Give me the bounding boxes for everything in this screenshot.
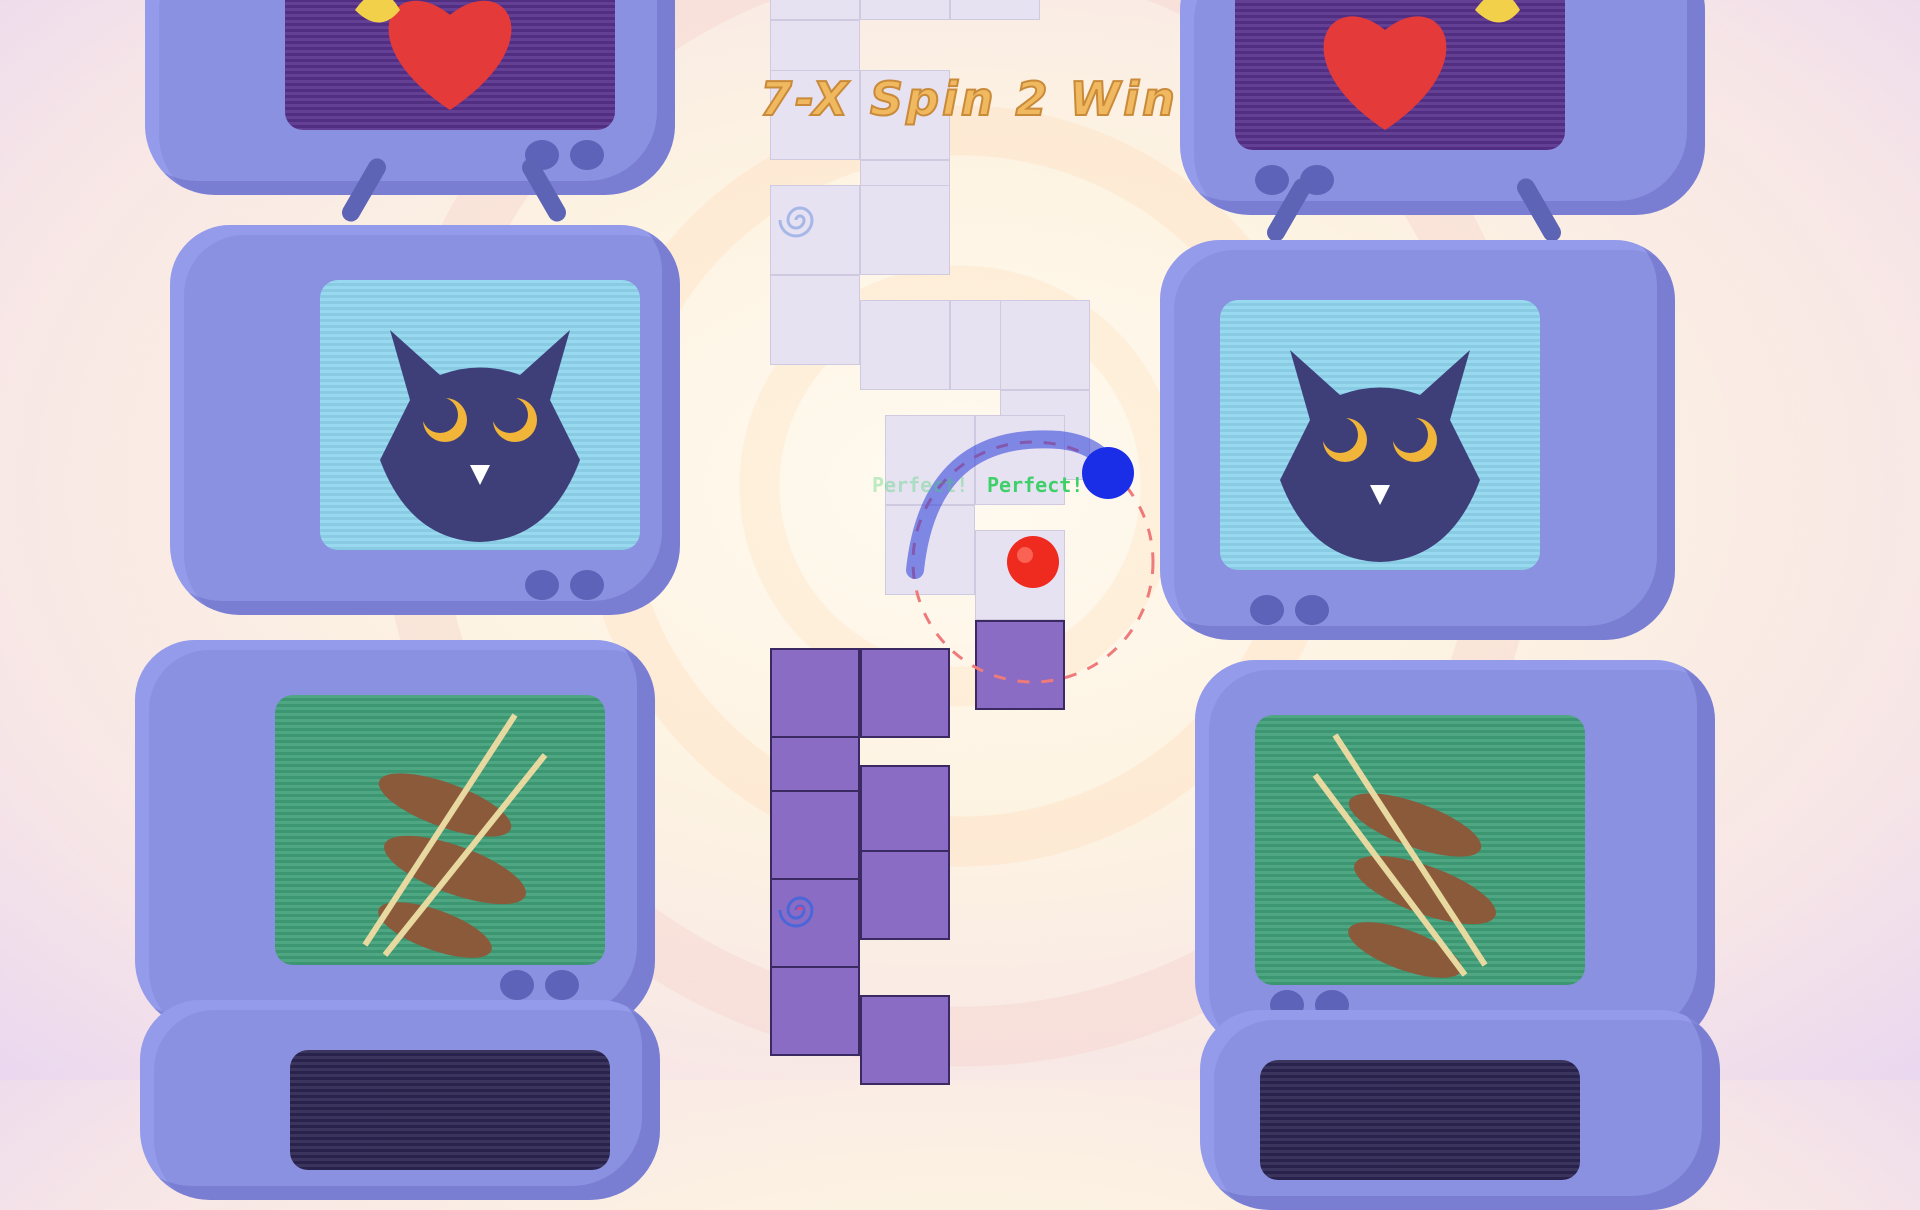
orbit-layer	[906, 430, 1155, 684]
perfect-text-faded: Perfect!	[872, 473, 969, 497]
red-planet	[1007, 536, 1059, 588]
level-title: 7-X Spin 2 Win	[759, 71, 1178, 127]
blue-planet	[1082, 447, 1134, 499]
perfect-text: Perfect!	[987, 473, 1084, 497]
